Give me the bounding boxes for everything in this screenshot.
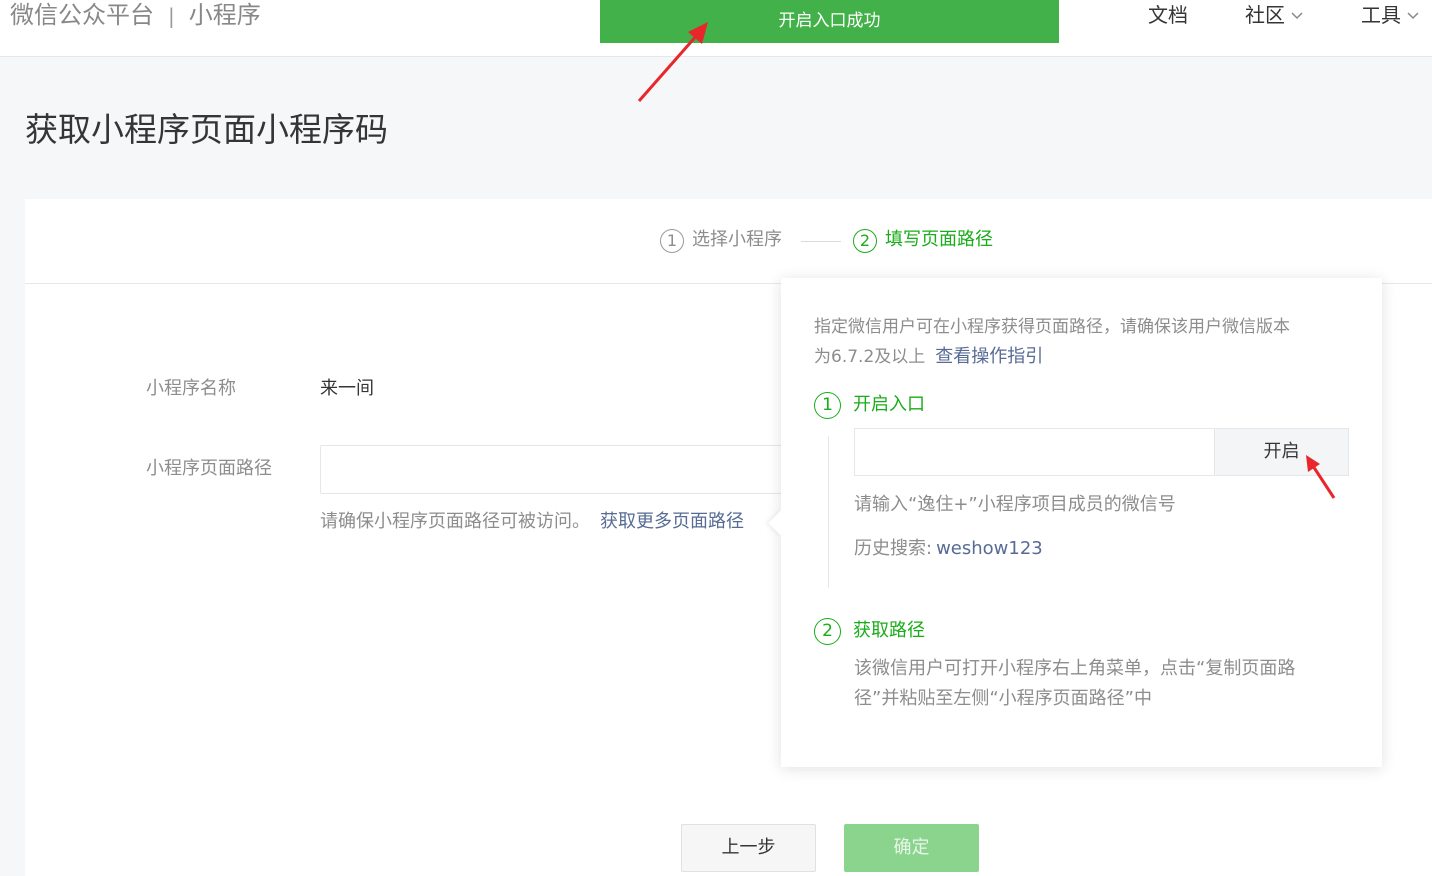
history-item[interactable]: weshow123: [936, 538, 1043, 559]
page-title: 获取小程序页面小程序码: [25, 110, 388, 149]
chevron-down-icon: [1287, 9, 1303, 24]
page-path-hint-text: 请确保小程序页面路径可被访问。: [320, 511, 590, 532]
nav-community[interactable]: 社区: [1245, 3, 1303, 29]
nav-docs[interactable]: 文档: [1148, 3, 1188, 27]
step-label: 填写页面路径: [885, 229, 993, 250]
search-history-label: 历史搜索:: [854, 538, 933, 559]
nav-tools[interactable]: 工具: [1361, 3, 1419, 29]
popover-step-get-path: 2 获取路径: [814, 617, 925, 645]
miniprogram-name-value: 来一间: [320, 378, 374, 399]
page-path-input[interactable]: [320, 445, 790, 494]
brand[interactable]: 微信公众平台 | 小程序: [10, 0, 261, 32]
miniprogram-name-label: 小程序名称: [146, 378, 236, 399]
step-number: 2: [853, 229, 877, 253]
prev-step-button[interactable]: 上一步: [681, 824, 816, 872]
step-title: 获取路径: [853, 620, 925, 641]
step-title: 开启入口: [853, 394, 925, 415]
page-path-label: 小程序页面路径: [146, 458, 272, 479]
nav-docs-label: 文档: [1148, 3, 1188, 27]
brand-name: 微信公众平台: [10, 1, 154, 29]
brand-separator: |: [168, 4, 175, 28]
steps-bar: 1 选择小程序 2 填写页面路径: [25, 199, 1432, 284]
popover-description-line2: 为6.7.2及以上: [814, 347, 926, 367]
step-number: 1: [814, 392, 841, 419]
step-number: 1: [660, 229, 684, 253]
popover-step-enable: 1 开启入口: [814, 391, 925, 419]
nav-community-label: 社区: [1245, 3, 1285, 27]
product-name: 小程序: [188, 1, 261, 29]
step-label: 选择小程序: [692, 229, 782, 250]
get-path-instructions: 该微信用户可打开小程序右上角菜单，点击“复制页面路 径”并粘贴至左侧“小程序页面…: [854, 654, 1334, 714]
confirm-button[interactable]: 确定: [844, 824, 979, 872]
search-history: 历史搜索: weshow123: [854, 534, 1043, 564]
guide-link[interactable]: 查看操作指引: [935, 346, 1043, 367]
step-select-miniprogram: 1 选择小程序: [660, 227, 782, 253]
popover-description-line1: 指定微信用户可在小程序获得页面路径，请确保该用户微信版本: [814, 317, 1290, 337]
page-path-hint: 请确保小程序页面路径可被访问。 获取更多页面路径: [320, 510, 744, 534]
step-connector: [801, 241, 841, 242]
more-paths-link[interactable]: 获取更多页面路径: [600, 511, 744, 532]
enable-entry-button[interactable]: 开启: [1214, 428, 1349, 476]
wechat-id-input[interactable]: [854, 428, 1215, 476]
get-path-instructions-line1: 该微信用户可打开小程序右上角菜单，点击“复制页面路: [854, 658, 1296, 679]
success-toast: 开启入口成功: [600, 0, 1059, 43]
get-path-popover: 指定微信用户可在小程序获得页面路径，请确保该用户微信版本 为6.7.2及以上 查看…: [768, 278, 1382, 767]
chevron-down-icon: [1403, 9, 1419, 24]
wechat-id-hint: 请输入“逸住+”小程序项目成员的微信号: [854, 494, 1176, 515]
get-path-instructions-line2: 径”并粘贴至左侧“小程序页面路径”中: [854, 688, 1152, 709]
step-connector: [828, 436, 829, 588]
popover-description: 指定微信用户可在小程序获得页面路径，请确保该用户微信版本 为6.7.2及以上 查看…: [814, 312, 1354, 372]
nav-tools-label: 工具: [1361, 3, 1401, 27]
step-fill-path: 2 填写页面路径: [853, 227, 993, 253]
step-number: 2: [814, 618, 841, 645]
